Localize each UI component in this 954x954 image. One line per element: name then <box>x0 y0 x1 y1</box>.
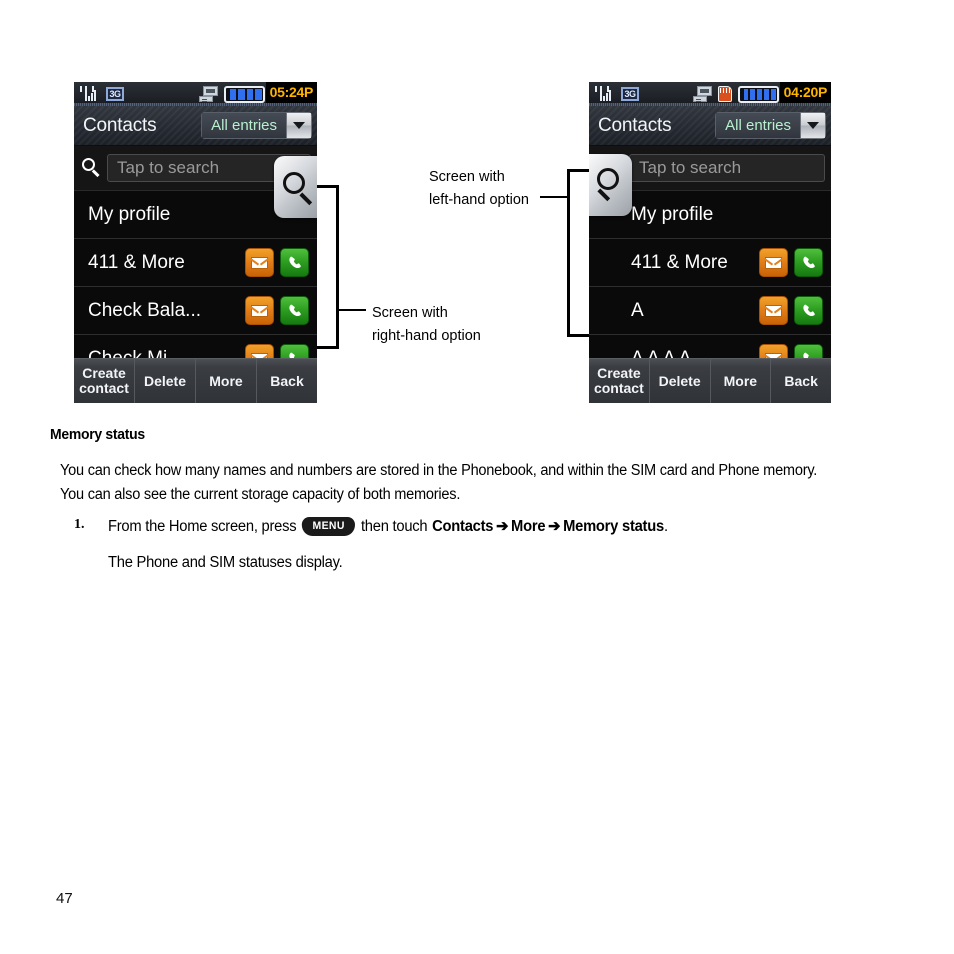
section-heading: Memory status <box>50 426 145 443</box>
body-paragraph: You can check how many names and numbers… <box>60 462 818 503</box>
search-tab-handle-right[interactable] <box>274 156 317 218</box>
callout-bracket-right-hand-stem <box>336 185 339 349</box>
message-icon[interactable] <box>245 296 274 325</box>
signal-icon <box>595 86 612 102</box>
status-bar: 3G 04:20P <box>589 82 831 106</box>
entries-filter-dropdown[interactable]: All entries <box>201 112 312 139</box>
list-item-label: 411 & More <box>631 251 728 273</box>
phone-screen-left-hand-option: 3G 04:20P Contacts All entries Tap to se… <box>589 82 831 403</box>
list-item[interactable]: A <box>589 287 831 335</box>
callout-label-line1: Screen with <box>372 305 448 321</box>
status-bar-clock: 05:24P <box>265 82 317 106</box>
softkey-more[interactable]: More <box>196 359 257 403</box>
phone-screen-right-hand-option: 3G 05:24P Contacts All entries Tap to se… <box>74 82 317 403</box>
list-item-label: Check Bala... <box>88 299 201 321</box>
list-item-label: 411 & More <box>88 251 185 273</box>
message-icon[interactable] <box>759 248 788 277</box>
step-period: . <box>663 518 668 535</box>
callout-leader-right-hand <box>338 309 366 311</box>
list-item-actions <box>759 248 831 277</box>
soft-key-bar: Create contact Delete More Back <box>589 358 831 403</box>
message-icon[interactable] <box>759 296 788 325</box>
3g-icon: 3G <box>106 87 124 101</box>
chevron-down-icon[interactable] <box>800 112 826 139</box>
step-number: 1. <box>74 517 85 532</box>
softkey-create-contact[interactable]: Create contact <box>589 359 650 403</box>
search-tab-handle-left[interactable] <box>589 154 632 216</box>
step-path-more: More <box>511 518 546 535</box>
battery-icon <box>737 85 779 103</box>
softkey-create-contact[interactable]: Create contact <box>74 359 135 403</box>
page-title: Contacts <box>598 114 672 136</box>
pc-sync-icon <box>198 86 218 102</box>
page-number: 47 <box>56 890 73 907</box>
contacts-list: My profile 411 & More A A A A A <box>589 191 831 383</box>
callout-bracket-left-hand-stem <box>567 169 570 337</box>
call-icon[interactable] <box>794 296 823 325</box>
entries-filter-dropdown[interactable]: All entries <box>715 112 826 139</box>
list-item-label: A <box>631 299 644 321</box>
softkey-more[interactable]: More <box>711 359 772 403</box>
pc-sync-icon <box>692 86 712 102</box>
callout-bracket-right-hand-bottom <box>317 346 339 349</box>
arrow-right-icon: ➔ <box>548 518 561 535</box>
softkey-delete[interactable]: Delete <box>135 359 196 403</box>
screen-title-bar: Contacts All entries <box>589 106 831 146</box>
soft-key-bar: Create contact Delete More Back <box>74 358 317 403</box>
signal-icon <box>80 86 97 102</box>
status-bar-clock: 04:20P <box>779 82 831 106</box>
step-result-text: The Phone and SIM statuses display. <box>108 554 343 571</box>
screen-title-bar: Contacts All entries <box>74 106 317 146</box>
callout-bracket-left-hand-bottom <box>567 334 589 337</box>
entries-filter-value: All entries <box>715 112 800 139</box>
callout-label-line2: left-hand option <box>429 192 529 208</box>
entries-filter-value: All entries <box>201 112 286 139</box>
list-item-label: My profile <box>631 203 714 225</box>
list-item-actions <box>245 248 317 277</box>
call-icon[interactable] <box>280 248 309 277</box>
step-instruction: From the Home screen, press MENU then to… <box>108 515 668 539</box>
list-item-actions <box>759 296 831 325</box>
list-item[interactable]: 411 & More <box>74 239 317 287</box>
message-icon[interactable] <box>245 248 274 277</box>
battery-icon <box>223 85 265 103</box>
callout-leader-left-hand <box>540 196 568 198</box>
callout-bracket-left-hand-top <box>567 169 589 172</box>
search-input[interactable]: Tap to search <box>629 154 825 182</box>
search-row[interactable]: Tap to search <box>589 146 831 216</box>
chevron-down-icon[interactable] <box>286 112 312 139</box>
contacts-list: My profile 411 & More Check Bala... Chec… <box>74 191 317 383</box>
step-path-memory-status: Memory status <box>563 518 664 535</box>
status-bar: 3G 05:24P <box>74 82 317 106</box>
step-text-before-key: From the Home screen, press <box>108 518 297 535</box>
call-icon[interactable] <box>794 248 823 277</box>
list-item[interactable]: Check Bala... <box>74 287 317 335</box>
sim-card-icon <box>717 86 732 102</box>
softkey-back[interactable]: Back <box>771 359 831 403</box>
arrow-right-icon: ➔ <box>496 518 509 535</box>
page-title: Contacts <box>83 114 157 136</box>
callout-label-right-hand-option: Screen with right-hand option <box>372 302 481 348</box>
list-item[interactable]: 411 & More <box>589 239 831 287</box>
search-row[interactable]: Tap to search <box>74 146 317 218</box>
callout-label-line1: Screen with <box>429 169 505 185</box>
softkey-delete[interactable]: Delete <box>650 359 711 403</box>
softkey-back[interactable]: Back <box>257 359 317 403</box>
callout-label-line2: right-hand option <box>372 328 481 344</box>
3g-icon: 3G <box>621 87 639 101</box>
search-icon <box>82 158 101 177</box>
list-item-actions <box>245 296 317 325</box>
step-text-after-key: then touch <box>360 518 428 535</box>
call-icon[interactable] <box>280 296 309 325</box>
callout-label-left-hand-option: Screen with left-hand option <box>429 166 529 212</box>
menu-key-glyph: MENU <box>302 516 356 536</box>
step-path-contacts: Contacts <box>432 518 494 535</box>
